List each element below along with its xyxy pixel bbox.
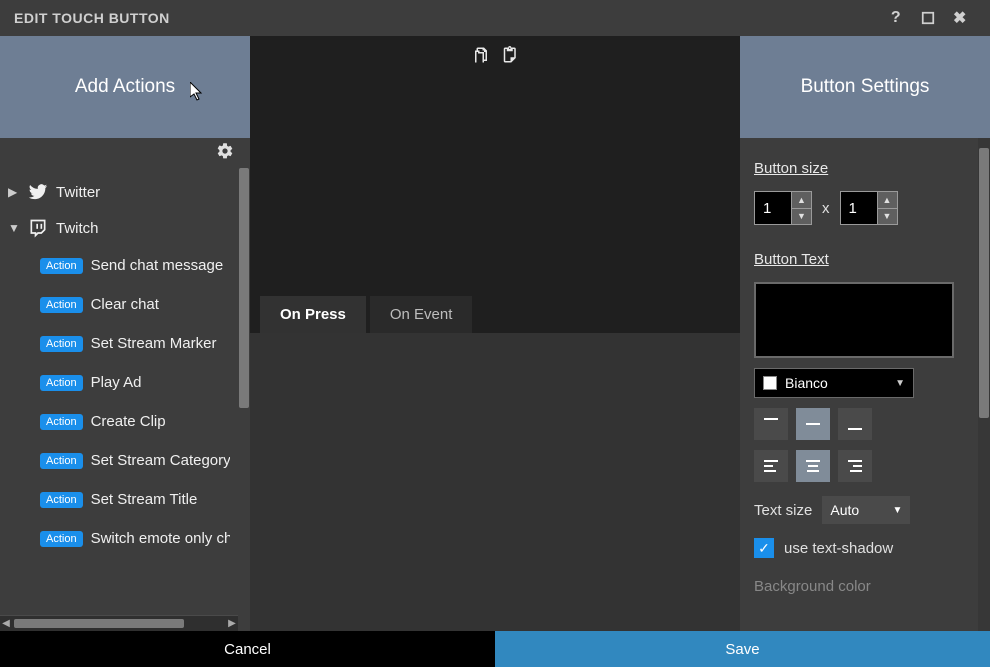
action-label: Create Clip (91, 413, 166, 430)
background-color-label: Background color (754, 578, 970, 595)
chevron-down-icon: ▼ (895, 378, 905, 389)
caret-right-icon: ▶ (8, 185, 20, 199)
action-item[interactable]: Action Set Stream Category (40, 441, 230, 480)
action-item[interactable]: Action Send chat message (40, 246, 230, 285)
action-label: Set Stream Title (91, 491, 198, 508)
action-badge: Action (40, 375, 83, 391)
button-settings-title: Button Settings (801, 76, 930, 98)
button-size-label: Button size (754, 160, 828, 177)
action-item[interactable]: Action Play Ad (40, 363, 230, 402)
scroll-right-icon[interactable]: ▶ (226, 618, 238, 629)
save-button[interactable]: Save (495, 631, 990, 667)
add-actions-header: Add Actions (0, 36, 250, 138)
right-vertical-scrollbar[interactable] (978, 138, 990, 631)
action-badge: Action (40, 453, 83, 469)
center-panel: On Press On Event (250, 36, 740, 631)
height-down-icon[interactable]: ▼ (878, 209, 897, 225)
width-spinner[interactable]: ▲ ▼ (754, 191, 812, 225)
action-label: Send chat message (91, 257, 224, 274)
maximize-button[interactable] (912, 2, 944, 34)
width-up-icon[interactable]: ▲ (792, 192, 811, 209)
help-button[interactable]: ? (880, 2, 912, 34)
scrollbar-thumb[interactable] (979, 148, 989, 418)
window-title: EDIT TOUCH BUTTON (14, 10, 170, 26)
action-badge: Action (40, 258, 83, 274)
text-shadow-checkbox[interactable]: ✓ (754, 538, 774, 558)
action-item[interactable]: Action Clear chat (40, 285, 230, 324)
caret-down-icon: ▼ (8, 221, 20, 235)
action-badge: Action (40, 531, 83, 547)
action-label: Switch emote only cha (91, 530, 230, 547)
halign-right-button[interactable] (838, 450, 872, 482)
action-badge: Action (40, 297, 83, 313)
height-up-icon[interactable]: ▲ (878, 192, 897, 209)
color-name: Bianco (785, 375, 887, 391)
action-item[interactable]: Action Switch emote only cha (40, 519, 230, 558)
chevron-down-icon: ▼ (892, 505, 902, 516)
text-shadow-label: use text-shadow (784, 540, 893, 557)
event-tabbar: On Press On Event (250, 296, 740, 333)
scroll-left-icon[interactable]: ◀ (0, 618, 12, 629)
tab-on-event[interactable]: On Event (370, 296, 473, 333)
valign-row (754, 408, 970, 440)
right-panel: Button Settings Button size ▲ ▼ x ▲ ▼ (740, 36, 990, 631)
size-separator: x (822, 200, 830, 217)
title-bar: EDIT TOUCH BUTTON ? ✖ (0, 0, 990, 36)
left-panel: Add Actions ▶ Twitter ▼ (0, 36, 250, 631)
action-item[interactable]: Action Set Stream Marker (40, 324, 230, 363)
provider-label: Twitter (56, 184, 100, 201)
action-badge: Action (40, 336, 83, 352)
left-horizontal-scrollbar[interactable]: ◀ ▶ (0, 615, 238, 631)
height-spinner[interactable]: ▲ ▼ (840, 191, 898, 225)
close-button[interactable]: ✖ (944, 2, 976, 34)
width-down-icon[interactable]: ▼ (792, 209, 811, 225)
button-text-input[interactable] (754, 282, 954, 358)
button-settings-header: Button Settings (740, 36, 990, 138)
twitter-icon (28, 182, 48, 202)
action-badge: Action (40, 414, 83, 430)
height-input[interactable] (841, 192, 877, 224)
scrollbar-thumb[interactable] (14, 619, 184, 628)
cancel-button[interactable]: Cancel (0, 631, 495, 667)
color-swatch-icon (763, 376, 777, 390)
valign-top-button[interactable] (754, 408, 788, 440)
action-label: Set Stream Marker (91, 335, 217, 352)
action-label: Set Stream Category (91, 452, 230, 469)
gear-icon[interactable] (216, 142, 234, 165)
action-item[interactable]: Action Set Stream Title (40, 480, 230, 519)
footer: Cancel Save (0, 631, 990, 667)
text-color-select[interactable]: Bianco ▼ (754, 368, 914, 398)
halign-center-button[interactable] (796, 450, 830, 482)
text-size-value: Auto (830, 502, 859, 518)
provider-twitch[interactable]: ▼ Twitch (8, 210, 230, 246)
twitch-icon (28, 218, 48, 238)
tab-content (250, 333, 740, 631)
tab-on-press[interactable]: On Press (260, 296, 366, 333)
button-preview-area (250, 66, 740, 296)
button-text-label: Button Text (754, 251, 829, 268)
text-size-select[interactable]: Auto ▼ (822, 496, 910, 524)
width-input[interactable] (755, 192, 791, 224)
add-actions-title: Add Actions (75, 76, 175, 98)
action-tree: ▶ Twitter ▼ Twitch Action Send chat messa… (0, 168, 238, 558)
left-vertical-scrollbar[interactable] (238, 168, 250, 613)
scrollbar-thumb[interactable] (239, 168, 249, 408)
halign-row (754, 450, 970, 482)
mouse-cursor-icon (190, 82, 206, 102)
action-item[interactable]: Action Create Clip (40, 402, 230, 441)
action-label: Clear chat (91, 296, 159, 313)
action-label: Play Ad (91, 374, 142, 391)
provider-label: Twitch (56, 220, 99, 237)
valign-middle-button[interactable] (796, 408, 830, 440)
valign-bottom-button[interactable] (838, 408, 872, 440)
halign-left-button[interactable] (754, 450, 788, 482)
text-size-label: Text size (754, 502, 812, 519)
action-badge: Action (40, 492, 83, 508)
provider-twitter[interactable]: ▶ Twitter (8, 174, 230, 210)
